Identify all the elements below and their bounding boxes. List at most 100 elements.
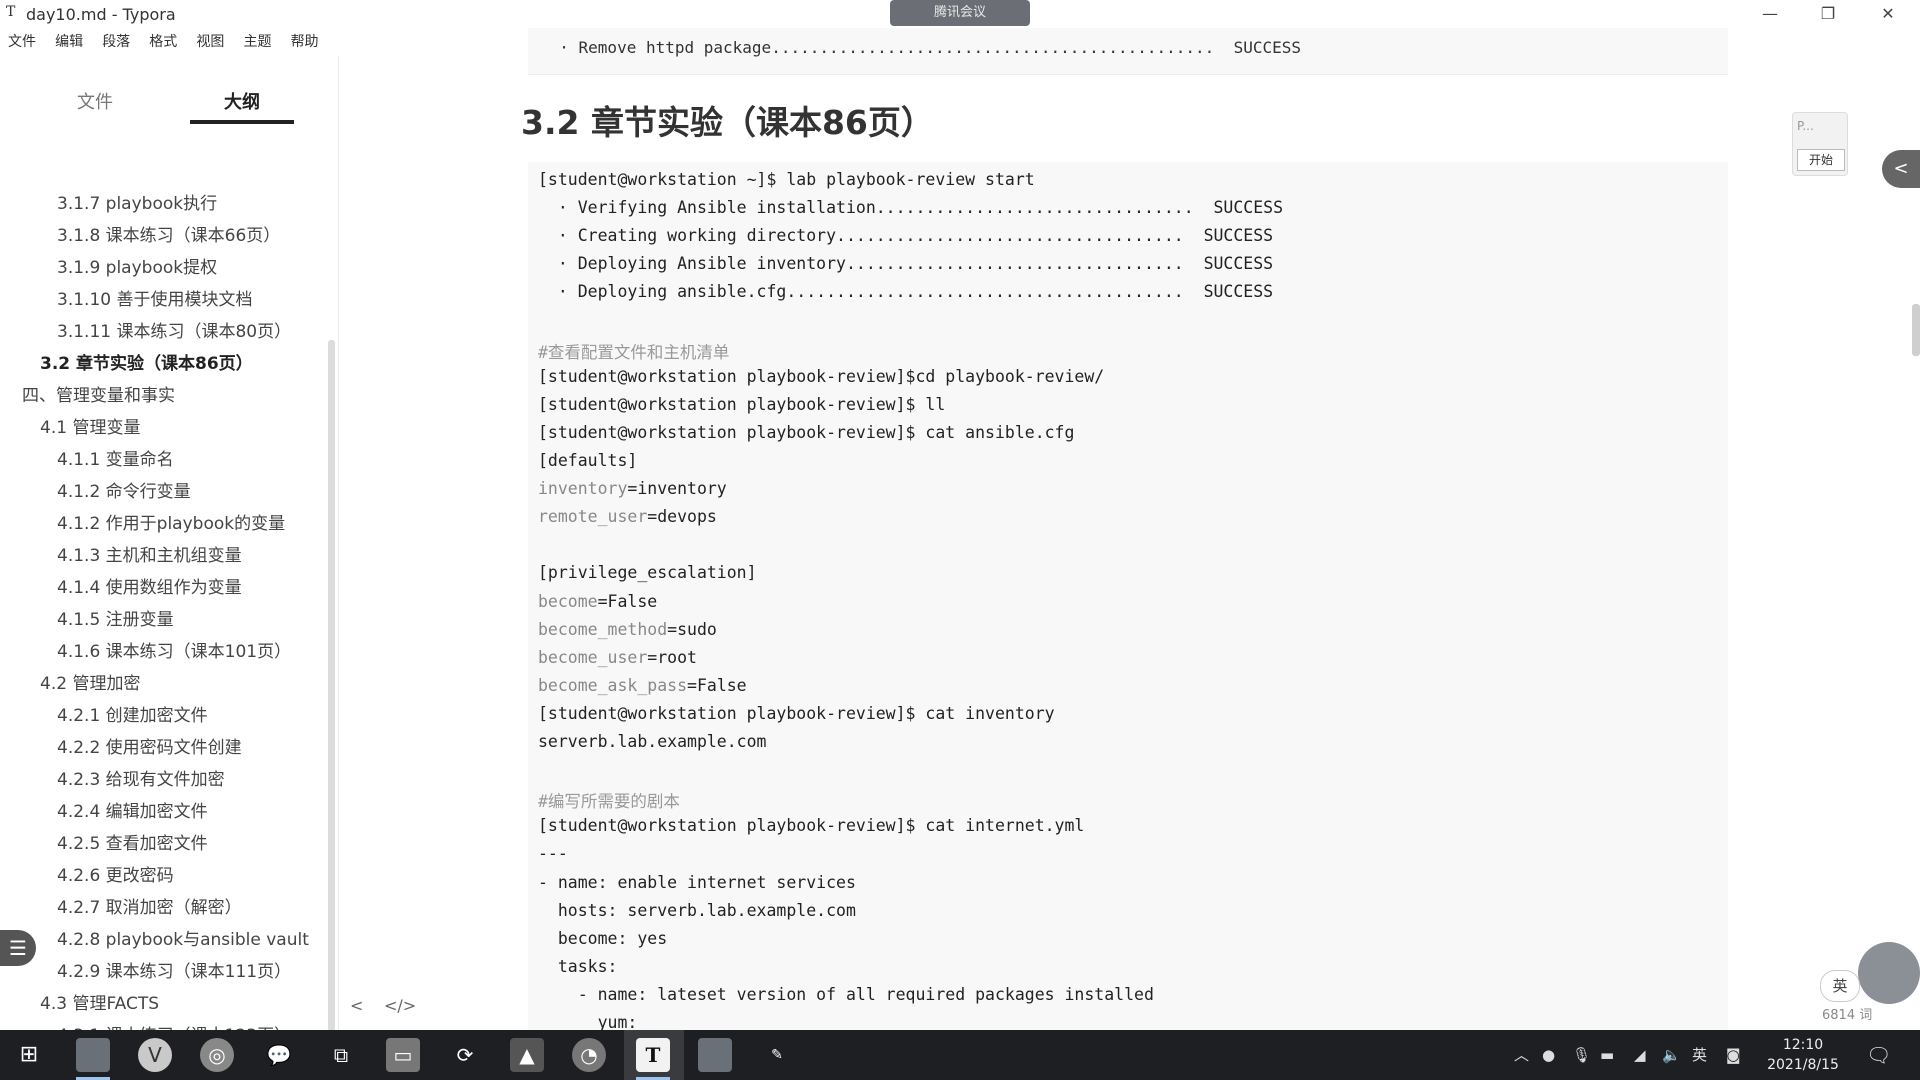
previous-code-line: · Remove httpd package..................… (540, 38, 1301, 57)
clock-app-icon[interactable]: ◔ (572, 1038, 606, 1072)
outline-item[interactable]: 四、管理变量和事实 (22, 381, 175, 406)
taskbar: ⊞ V ◎ 💬 ⧉ ▭ ⟳ ▲ ◔ T ✎ ︿ ● 🎙 ▬ ◢ 🔈 英 ◙ 12… (0, 1030, 1920, 1080)
photos-icon[interactable]: ▲ (510, 1038, 544, 1072)
vivaldi-icon[interactable]: V (138, 1038, 172, 1072)
outline-item[interactable]: 4.2.5 查看加密文件 (57, 829, 208, 854)
code-line: [student@workstation playbook-review]$ l… (538, 394, 946, 414)
config-key: remote_user (538, 507, 648, 527)
code-line: become_user=root (538, 647, 697, 667)
code-block[interactable]: [student@workstation ~]$ lab playbook-re… (528, 162, 1728, 1030)
editor[interactable]: · Remove httpd package..................… (340, 28, 1920, 1030)
outline-item[interactable]: 4.1.4 使用数组作为变量 (57, 573, 242, 598)
outline-item[interactable]: 4.2.6 更改密码 (57, 861, 174, 886)
menu-file[interactable]: 文件 (8, 30, 36, 54)
clock-time: 12:10 (1782, 1037, 1824, 1053)
network-icon[interactable]: ⟳ (448, 1038, 482, 1072)
browser-icon[interactable]: ◎ (200, 1038, 234, 1072)
edge-expand-icon[interactable]: < (1882, 150, 1920, 188)
editor-scrollbar[interactable] (1912, 304, 1920, 356)
typora-icon[interactable]: T (636, 1038, 670, 1072)
multi-window-icon[interactable]: ⧉ (324, 1038, 358, 1072)
outline-item[interactable]: 4.1.2 命令行变量 (57, 477, 191, 502)
menu-edit[interactable]: 编辑 (55, 30, 83, 54)
wechat-icon[interactable]: 💬 (262, 1038, 296, 1072)
tray-chevron-icon[interactable]: ︿ (1514, 1030, 1529, 1080)
tray-app-icon[interactable]: ● (1542, 1030, 1555, 1080)
floating-widget: P... 开始 (1792, 112, 1848, 176)
restore-button[interactable]: ❐ (1808, 2, 1848, 26)
word-count[interactable]: 6814 词 (1822, 1004, 1872, 1023)
app-icon-3[interactable]: ✎ (760, 1038, 794, 1072)
config-key: become (538, 591, 598, 611)
outline-item[interactable]: 4.1.1 变量命名 (57, 445, 174, 470)
outline-item[interactable]: 4.1.3 主机和主机组变量 (57, 541, 242, 566)
app-icon-1[interactable] (76, 1038, 110, 1072)
code-line: [student@workstation playbook-review]$ c… (538, 816, 1085, 836)
minimize-button[interactable]: — (1750, 2, 1790, 26)
outline-item[interactable]: 4.2 管理加密 (40, 669, 140, 694)
code-line: hosts: serverb.lab.example.com (538, 900, 856, 920)
sidebar: 文件 大纲 3.1.7 playbook执行 3.1.8 课本练习（课本66页） 3… (0, 56, 339, 1080)
outline-item[interactable]: 4.2.8 playbook与ansible vault (57, 925, 309, 950)
close-button[interactable]: ✕ (1868, 2, 1908, 26)
config-key: inventory (538, 479, 628, 499)
menu-theme[interactable]: 主题 (243, 30, 271, 54)
ime-indicator[interactable]: 英 (1820, 970, 1860, 1002)
outline-item[interactable]: 4.1.2 作用于playbook的变量 (57, 509, 285, 534)
menu-format[interactable]: 格式 (149, 30, 177, 54)
toggle-sidebar-icon[interactable]: ☰ (0, 930, 36, 966)
outline-item[interactable]: 4.2.9 课本练习（课本111页） (57, 957, 291, 982)
code-line: · Verifying Ansible installation........… (538, 198, 1284, 218)
outline-item[interactable]: 3.1.11 课本练习（课本80页） (57, 317, 291, 342)
code-line: inventory=inventory (538, 479, 727, 499)
outline-item[interactable]: 3.1.7 playbook执行 (57, 189, 217, 214)
outline-item[interactable]: 4.1.5 注册变量 (57, 605, 174, 630)
outline-item[interactable]: 4.1 管理变量 (40, 413, 140, 438)
outline-item[interactable]: 4.2.3 给现有文件加密 (57, 765, 225, 790)
outline-item[interactable]: 4.2.4 编辑加密文件 (57, 797, 208, 822)
taskbar-clock[interactable]: 12:10 2021/8/15 (1762, 1035, 1844, 1075)
outline-item[interactable]: 3.2 章节实验（课本86页） (40, 349, 253, 374)
code-line: · Deploying ansible.cfg.................… (538, 282, 1274, 302)
volume-icon[interactable]: 🔈 (1662, 1030, 1681, 1080)
code-line: - name: enable internet services (538, 872, 856, 892)
tab-files[interactable]: 文件 (77, 88, 113, 114)
config-key: become_method (538, 619, 668, 639)
code-line: - name: lateset version of all required … (538, 984, 1154, 1004)
config-key: become_ask_pass (538, 675, 688, 695)
tray-security-icon[interactable]: ◙ (1726, 1030, 1741, 1080)
outline-item[interactable]: 3.1.10 善于使用模块文档 (57, 285, 252, 310)
section-heading: 3.2 章节实验（课本86页） (521, 103, 934, 142)
menu-view[interactable]: 视图 (196, 30, 224, 54)
file-explorer-icon[interactable]: ▭ (386, 1038, 420, 1072)
microphone-icon[interactable]: 🎙 (1572, 1030, 1591, 1080)
wifi-icon[interactable]: ◢ (1634, 1030, 1646, 1080)
clock-date: 2021/8/15 (1767, 1057, 1839, 1073)
avatar[interactable] (1858, 942, 1920, 1004)
menu-help[interactable]: 帮助 (291, 30, 319, 54)
outline-item[interactable]: 4.2.2 使用密码文件创建 (57, 733, 242, 758)
tray-language[interactable]: 英 (1692, 1030, 1707, 1080)
tab-outline[interactable]: 大纲 (224, 88, 260, 114)
sidebar-scrollbar[interactable] (328, 340, 335, 1080)
start-button[interactable]: 开始 (1797, 149, 1845, 171)
window-title: day10.md - Typora (26, 5, 176, 24)
menu-paragraph[interactable]: 段落 (102, 30, 130, 54)
windows-start-icon[interactable]: ⊞ (12, 1038, 46, 1072)
code-line: [student@workstation playbook-review]$cd… (538, 366, 1105, 386)
back-chevron-icon[interactable]: < (350, 996, 363, 1015)
code-line: [defaults] (538, 451, 638, 470)
outline-item[interactable]: 4.2.1 创建加密文件 (57, 701, 208, 726)
app-icon-2[interactable] (698, 1038, 732, 1072)
code-line: remote_user=devops (538, 507, 717, 527)
outline-item[interactable]: 3.1.9 playbook提权 (57, 253, 217, 278)
outline-item[interactable]: 3.1.8 课本练习（课本66页） (57, 221, 280, 246)
outline-item[interactable]: 4.3 管理FACTS (40, 989, 159, 1014)
code-line: serverb.lab.example.com (538, 732, 767, 751)
notifications-icon[interactable]: 🗨 (1866, 1030, 1891, 1080)
battery-icon[interactable]: ▬ (1600, 1030, 1614, 1080)
meeting-indicator[interactable]: 腾讯会议 (890, 0, 1030, 26)
source-code-toggle-icon[interactable]: </> (384, 996, 416, 1015)
outline-item[interactable]: 4.2.7 取消加密（解密） (57, 893, 242, 918)
outline-item[interactable]: 4.1.6 课本练习（课本101页） (57, 637, 291, 662)
